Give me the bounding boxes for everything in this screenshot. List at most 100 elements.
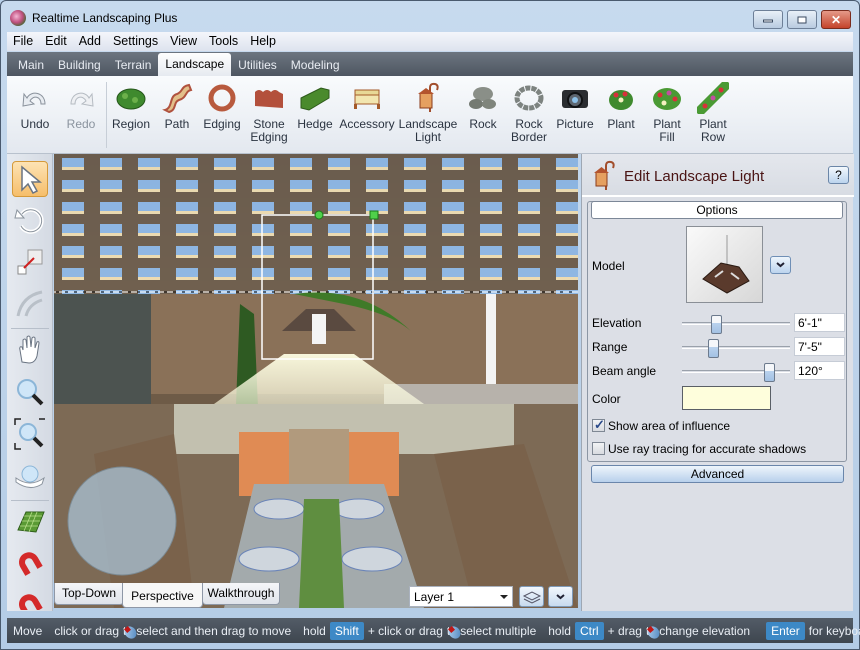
help-button[interactable]: ? xyxy=(828,166,849,184)
zoom-region-icon xyxy=(14,418,45,450)
landscape-light-button[interactable]: Landscape Light xyxy=(397,82,459,144)
redo-icon xyxy=(65,82,97,114)
landscape-toolbar: Undo Redo Region Path Edging Stone Edgin… xyxy=(7,76,853,154)
panel-header: Edit Landscape Light ? xyxy=(582,154,854,197)
tab-utilities[interactable]: Utilities xyxy=(231,54,284,76)
redo-label: Redo xyxy=(66,117,96,131)
model-preview[interactable] xyxy=(686,226,763,303)
redo-button[interactable]: Redo xyxy=(57,82,105,131)
resize-tool-button[interactable] xyxy=(12,244,48,280)
plant-fill-button[interactable]: Plant Fill xyxy=(645,82,689,144)
plant-row-button[interactable]: Plant Row xyxy=(691,81,735,144)
menu-file[interactable]: File xyxy=(7,32,39,51)
undo-button[interactable]: Undo xyxy=(11,82,59,131)
ray-tracing-checkbox[interactable] xyxy=(592,442,605,455)
snap-2-tool-button[interactable] xyxy=(12,588,48,610)
accessory-button[interactable]: Accessory xyxy=(339,82,395,131)
arc-tool-button[interactable] xyxy=(12,286,48,322)
window-title: Realtime Landscaping Plus xyxy=(32,11,178,25)
layers-button[interactable] xyxy=(519,586,544,607)
rock-icon xyxy=(467,82,499,114)
perspective-scene xyxy=(54,154,578,608)
maximize-button[interactable] xyxy=(787,10,817,29)
chevron-down-icon xyxy=(556,594,565,600)
path-icon xyxy=(161,82,193,114)
ray-tracing-label[interactable]: Use ray tracing for accurate shadows xyxy=(608,442,806,456)
tab-walkthrough[interactable]: Walkthrough xyxy=(202,583,280,605)
plant-row-icon xyxy=(696,81,730,115)
status-bar: Move click or drag to select and then dr… xyxy=(7,618,860,643)
lantern-model-thumbnail xyxy=(702,235,750,294)
picture-button[interactable]: Picture xyxy=(553,82,597,131)
grid-tool-button[interactable] xyxy=(12,504,48,540)
close-icon: ✕ xyxy=(830,12,842,27)
model-dropdown-button[interactable] xyxy=(770,256,791,274)
menu-edit[interactable]: Edit xyxy=(39,32,73,51)
beam-angle-input[interactable]: 120° xyxy=(794,361,845,380)
close-button[interactable]: ✕ xyxy=(821,10,851,29)
orbit-tool-button[interactable] xyxy=(12,458,48,494)
edging-button[interactable]: Edging xyxy=(200,82,244,131)
path-button[interactable]: Path xyxy=(155,82,199,131)
elevation-slider-thumb[interactable] xyxy=(711,315,723,334)
elevation-input[interactable]: 6'-1" xyxy=(794,313,845,332)
tab-terrain[interactable]: Terrain xyxy=(108,54,159,76)
beam-angle-slider-thumb[interactable] xyxy=(764,363,776,382)
show-influence-checkbox[interactable] xyxy=(592,417,605,433)
camera-icon xyxy=(559,82,591,114)
plant-button[interactable]: Plant xyxy=(599,82,643,131)
rock-border-icon xyxy=(513,82,545,114)
plant-fill-icon xyxy=(651,82,683,114)
hedge-button[interactable]: Hedge xyxy=(293,82,337,131)
view-options-button[interactable] xyxy=(548,586,573,607)
minimize-button[interactable] xyxy=(753,10,783,29)
layer-select[interactable]: Layer 1 xyxy=(409,586,513,607)
3d-viewport[interactable] xyxy=(54,154,578,608)
range-input[interactable]: 7'-5" xyxy=(794,337,845,356)
rock-button[interactable]: Rock xyxy=(463,82,503,131)
color-swatch[interactable] xyxy=(682,386,771,410)
resize-handle xyxy=(369,210,379,220)
beam-angle-slider[interactable] xyxy=(682,363,790,382)
select-arrow-icon xyxy=(21,165,43,194)
menu-view[interactable]: View xyxy=(164,32,203,51)
app-logo-icon xyxy=(10,10,26,26)
tab-modeling[interactable]: Modeling xyxy=(284,54,347,76)
menu-add[interactable]: Add xyxy=(73,32,107,51)
rock-border-label-2: Border xyxy=(510,130,548,144)
tab-perspective[interactable]: Perspective xyxy=(122,583,203,608)
menu-tools[interactable]: Tools xyxy=(203,32,244,51)
tab-building[interactable]: Building xyxy=(51,54,108,76)
region-button[interactable]: Region xyxy=(109,82,153,131)
stone-edging-button[interactable]: Stone Edging xyxy=(246,82,292,144)
range-slider-thumb[interactable] xyxy=(708,339,720,358)
advanced-button[interactable]: Advanced xyxy=(591,465,844,483)
status-mode: Move xyxy=(13,623,43,638)
show-influence-label[interactable]: Show area of influence xyxy=(608,419,730,433)
menu-help[interactable]: Help xyxy=(244,32,282,51)
zoom-tool-button[interactable] xyxy=(12,374,48,410)
tab-top-down[interactable]: Top-Down xyxy=(54,583,124,605)
snap-tool-button[interactable] xyxy=(12,546,48,582)
rock-border-button[interactable]: Rock Border xyxy=(507,82,551,144)
grid-icon xyxy=(17,511,45,533)
rotate-tool-button[interactable] xyxy=(12,202,48,238)
options-header[interactable]: Options xyxy=(591,201,843,219)
menu-settings[interactable]: Settings xyxy=(107,32,164,51)
hedge-label: Hedge xyxy=(297,117,333,131)
pan-tool-button[interactable] xyxy=(12,332,48,368)
elevation-slider[interactable] xyxy=(682,315,790,334)
snap-magnet-icon xyxy=(19,552,43,576)
range-slider[interactable] xyxy=(682,339,790,358)
status-hold-1: hold xyxy=(303,623,326,638)
app-window: Realtime Landscaping Plus ✕ File Edit Ad… xyxy=(0,0,860,650)
model-label: Model xyxy=(592,259,625,273)
select-tool-button[interactable] xyxy=(12,161,48,197)
status-hint-1a: click or drag xyxy=(54,623,120,638)
tab-main[interactable]: Main xyxy=(11,54,51,76)
resize-icon xyxy=(17,249,43,275)
tab-landscape[interactable]: Landscape xyxy=(158,53,232,76)
minimize-icon xyxy=(763,19,773,23)
zoom-region-tool-button[interactable] xyxy=(12,416,48,452)
dropdown-arrow-icon xyxy=(500,595,508,599)
